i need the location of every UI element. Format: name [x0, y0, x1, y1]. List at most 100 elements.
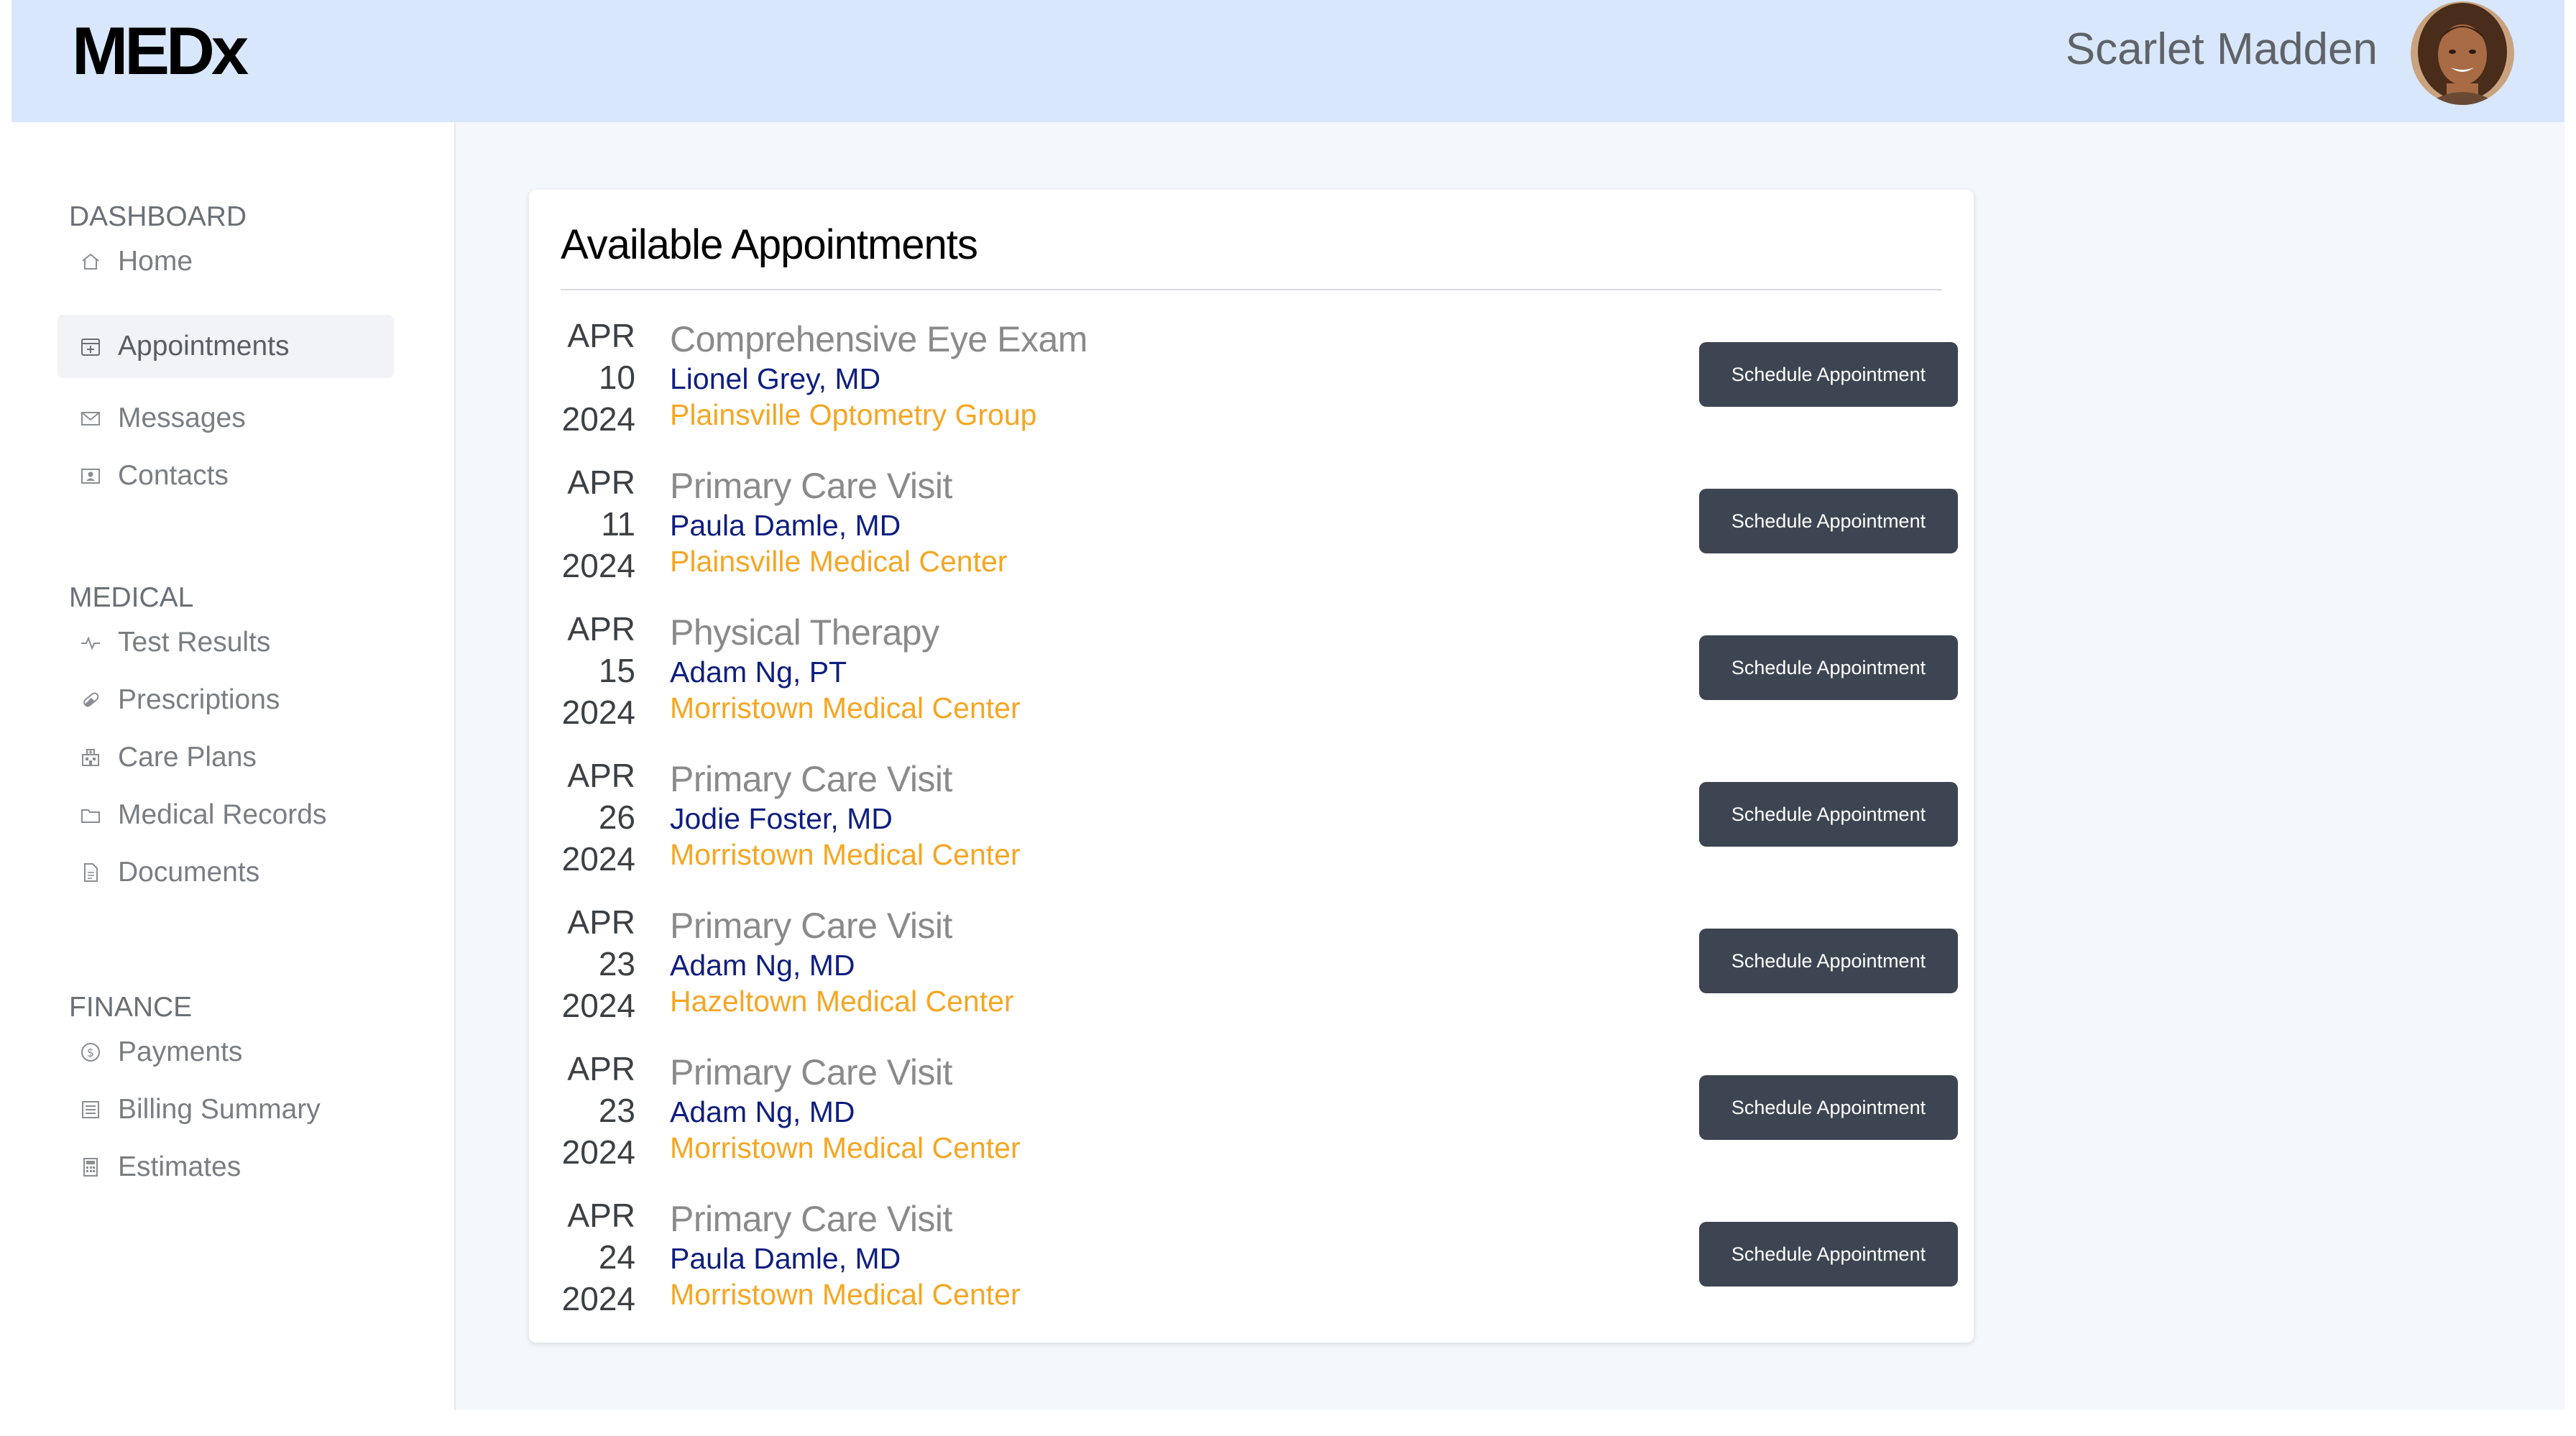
appointment-row: APR 10 2024 Comprehensive Eye Exam Lione…: [561, 315, 1958, 459]
appointment-row: APR 26 2024 Primary Care Visit Jodie Fos…: [561, 755, 1958, 898]
top-header: MEDx Scarlet Madden: [12, 0, 2564, 122]
document-icon: [84, 863, 98, 882]
appointment-location[interactable]: Morristown Medical Center: [670, 690, 1021, 726]
app-window: MEDx Scarlet Madden DASHBOARD Home Appoi…: [12, 0, 2564, 1410]
sidebar-item-messages[interactable]: Messages: [58, 387, 394, 450]
svg-text:$: $: [87, 1046, 94, 1059]
appointment-location[interactable]: Morristown Medical Center: [670, 1130, 1021, 1166]
appointment-location[interactable]: Morristown Medical Center: [670, 1276, 1021, 1312]
user-avatar-photo: [2411, 1, 2514, 105]
appointment-date: APR 24 2024: [561, 1195, 635, 1320]
appointment-type: Primary Care Visit: [670, 759, 952, 799]
schedule-appointment-button[interactable]: Schedule Appointment: [1699, 929, 1958, 993]
divider: [561, 289, 1942, 290]
dollar-coin-icon: $: [81, 1043, 100, 1062]
sidebar-item-label: Care Plans: [118, 742, 257, 773]
sidebar-item-label: Home: [118, 246, 193, 277]
sidebar-item-label: Payments: [118, 1036, 243, 1067]
app-logo[interactable]: MEDx: [72, 17, 249, 85]
sidebar-item-appointments[interactable]: Appointments: [58, 315, 394, 378]
schedule-appointment-button[interactable]: Schedule Appointment: [1699, 1075, 1958, 1140]
appointment-info: Primary Care Visit Jodie Foster, MD Morr…: [670, 758, 1021, 873]
sidebar-item-estimates[interactable]: Estimates: [58, 1136, 394, 1199]
sidebar-item-payments[interactable]: $ Payments: [58, 1021, 394, 1084]
contact-card-icon: [81, 469, 100, 484]
home-icon: [82, 253, 99, 270]
appointment-date: APR 26 2024: [561, 755, 635, 880]
appointment-provider[interactable]: Paula Damle, MD: [670, 507, 1007, 543]
calculator-icon: [83, 1158, 98, 1177]
pulse-icon: [81, 636, 100, 650]
sidebar-section-dashboard: DASHBOARD: [69, 201, 247, 232]
appointment-provider[interactable]: Adam Ng, MD: [670, 1094, 1021, 1130]
date-month: APR: [567, 317, 635, 354]
appointment-provider[interactable]: Paula Damle, MD: [670, 1241, 1021, 1276]
schedule-appointment-button[interactable]: Schedule Appointment: [1699, 1222, 1958, 1287]
sidebar-item-label: Estimates: [118, 1151, 242, 1182]
sidebar-item-label: Billing Summary: [118, 1094, 321, 1125]
appointment-location[interactable]: Plainsville Medical Center: [670, 543, 1007, 579]
avatar[interactable]: [2411, 1, 2514, 105]
sidebar-item-contacts[interactable]: Contacts: [58, 444, 394, 507]
appointment-date: APR 23 2024: [561, 901, 635, 1026]
calendar-icon: [81, 339, 100, 356]
sidebar-item-prescriptions[interactable]: Prescriptions: [58, 668, 394, 732]
appointment-location[interactable]: Morristown Medical Center: [670, 837, 1021, 873]
date-year: 2024: [561, 1133, 635, 1171]
appointment-location[interactable]: Plainsville Optometry Group: [670, 397, 1087, 433]
date-day: 23: [598, 945, 635, 982]
sidebar-item-billing-summary[interactable]: Billing Summary: [58, 1078, 394, 1141]
appointment-date: APR 11 2024: [561, 461, 635, 586]
schedule-appointment-button[interactable]: Schedule Appointment: [1699, 489, 1958, 553]
date-year: 2024: [561, 1280, 635, 1317]
appointment-row: APR 15 2024 Physical Therapy Adam Ng, PT…: [561, 608, 1958, 752]
appointment-row: APR 23 2024 Primary Care Visit Adam Ng, …: [561, 901, 1958, 1045]
appointment-row: APR 11 2024 Primary Care Visit Paula Dam…: [561, 461, 1958, 605]
sidebar-item-home[interactable]: Home: [58, 230, 394, 293]
sidebar-item-label: Messages: [118, 402, 246, 433]
appointment-date: APR 23 2024: [561, 1048, 635, 1173]
appointment-type: Physical Therapy: [670, 612, 939, 653]
appointment-type: Comprehensive Eye Exam: [670, 319, 1087, 359]
sidebar-item-label: Appointments: [118, 331, 290, 362]
sidebar-item-label: Contacts: [118, 460, 229, 491]
appointment-info: Primary Care Visit Paula Damle, MD Morri…: [670, 1197, 1021, 1312]
sidebar-item-test-results[interactable]: Test Results: [58, 611, 394, 674]
sidebar-item-label: Medical Records: [118, 799, 327, 830]
date-month: APR: [567, 610, 635, 648]
appointment-provider[interactable]: Jodie Foster, MD: [670, 801, 1021, 837]
envelope-icon: [81, 412, 100, 425]
date-day: 10: [598, 359, 635, 396]
schedule-appointment-button[interactable]: Schedule Appointment: [1699, 635, 1958, 700]
sidebar-section-medical: MEDICAL: [69, 582, 194, 613]
user-name[interactable]: Scarlet Madden: [2066, 27, 2378, 72]
hospital-icon: [82, 749, 99, 766]
appointment-info: Physical Therapy Adam Ng, PT Morristown …: [670, 611, 1021, 726]
schedule-appointment-button[interactable]: Schedule Appointment: [1699, 782, 1958, 847]
appointment-provider[interactable]: Lionel Grey, MD: [670, 361, 1087, 397]
sidebar-item-label: Test Results: [118, 627, 271, 658]
date-year: 2024: [561, 400, 635, 438]
appointment-info: Comprehensive Eye Exam Lionel Grey, MD P…: [670, 318, 1087, 433]
appointment-location[interactable]: Hazeltown Medical Center: [670, 983, 1014, 1019]
schedule-appointment-button[interactable]: Schedule Appointment: [1699, 342, 1958, 407]
date-month: APR: [567, 757, 635, 794]
sidebar-item-documents[interactable]: Documents: [58, 841, 394, 904]
sidebar: DASHBOARD Home Appointments Messages Con…: [12, 122, 456, 1410]
appointment-provider[interactable]: Adam Ng, MD: [670, 947, 1014, 983]
appointment-date: APR 15 2024: [561, 608, 635, 733]
sidebar-item-label: Documents: [118, 857, 260, 888]
sidebar-item-medical-records[interactable]: Medical Records: [58, 783, 394, 847]
date-month: APR: [567, 903, 635, 941]
date-day: 23: [598, 1092, 635, 1129]
page-title: Available Appointments: [561, 221, 978, 268]
date-day: 11: [601, 505, 635, 543]
appointment-provider[interactable]: Adam Ng, PT: [670, 654, 1021, 690]
appointment-info: Primary Care Visit Adam Ng, MD Hazeltown…: [670, 904, 1014, 1019]
date-year: 2024: [561, 547, 635, 584]
date-month: APR: [567, 1050, 635, 1087]
sidebar-item-care-plans[interactable]: Care Plans: [58, 726, 394, 789]
appointments-card: Available Appointments APR 10 2024 Compr…: [529, 190, 1974, 1343]
appointment-type: Primary Care Visit: [670, 906, 952, 946]
appointment-date: APR 10 2024: [561, 315, 635, 440]
